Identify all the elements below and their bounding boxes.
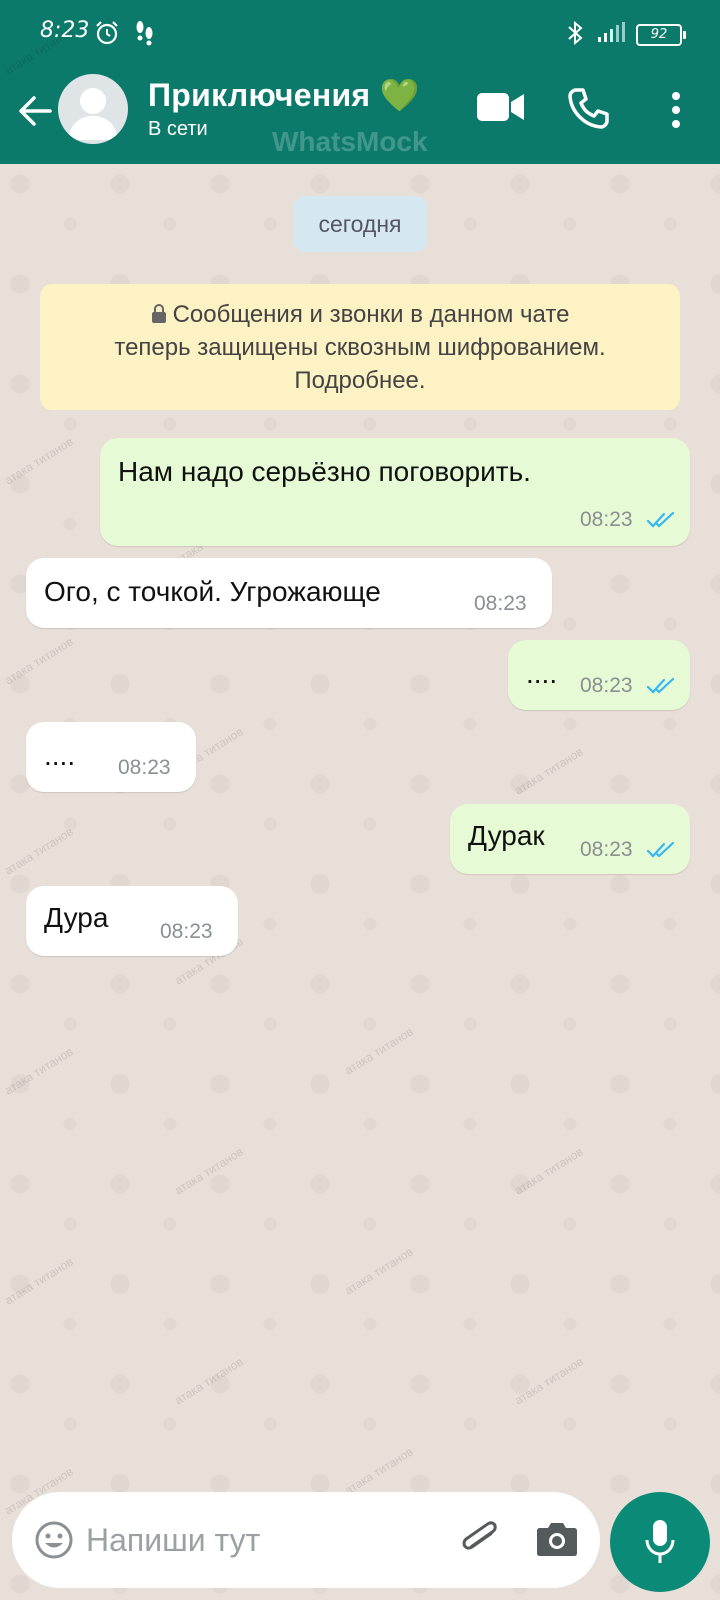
wallpaper-watermark: атака титанов: [342, 1024, 416, 1078]
wallpaper-watermark: атака титанов: [2, 824, 76, 878]
message-text: Нам надо серьёзно поговорить.: [118, 456, 531, 487]
wallpaper-watermark: атака титанов: [2, 634, 76, 688]
wallpaper-watermark: атака титанов: [342, 1244, 416, 1298]
message-text: ....: [44, 740, 76, 771]
signal-icon: [598, 22, 625, 42]
message-outgoing[interactable]: Дурак 08:23: [450, 804, 690, 874]
bluetooth-icon: [568, 20, 583, 46]
message-outgoing[interactable]: Нам надо серьёзно поговорить. 08:23: [100, 438, 690, 546]
message-time: 08:23: [474, 592, 527, 615]
read-ticks-icon: [646, 841, 675, 858]
chat-title-text: Приключения: [148, 77, 371, 113]
wallpaper-watermark: атака титанов: [172, 1144, 246, 1198]
read-ticks-icon: [646, 677, 675, 694]
steps-icon: [136, 21, 153, 46]
brand-watermark: WhatsMock: [272, 126, 428, 157]
voice-call-icon[interactable]: [566, 86, 610, 130]
emoji-icon[interactable]: [34, 1520, 74, 1560]
message-incoming[interactable]: Дура 08:23: [26, 886, 238, 956]
message-time: 08:23: [580, 838, 633, 861]
message-incoming[interactable]: Ого, с точкой. Угрожающе 08:23: [26, 558, 552, 628]
encryption-notice[interactable]: Сообщения и звонки в данном чате теперь …: [40, 284, 680, 410]
date-separator: сегодня: [293, 196, 427, 252]
message-time: 08:23: [118, 756, 171, 779]
encryption-notice-line-3: Подробнее.: [294, 367, 426, 394]
message-text: ....: [526, 658, 558, 689]
green-heart-emoji: 💚: [379, 77, 420, 113]
message-time: 08:23: [160, 920, 213, 943]
status-bar: 8:23 92: [0, 0, 720, 64]
chat-header: Приключения 💚 В сети WhatsMock: [0, 64, 720, 164]
chat-title[interactable]: Приключения 💚: [148, 76, 420, 114]
avatar[interactable]: [58, 74, 128, 144]
battery-icon: 92: [636, 24, 686, 46]
wallpaper-watermark: атака титанов: [512, 1144, 586, 1198]
voice-record-button[interactable]: [610, 1492, 710, 1592]
read-ticks-icon: [646, 511, 675, 528]
message-text: Дурак: [468, 820, 545, 851]
message-time: 08:23: [580, 508, 633, 531]
message-outgoing[interactable]: .... 08:23: [508, 640, 690, 710]
video-call-icon[interactable]: [476, 90, 526, 124]
default-avatar-icon: [68, 88, 118, 140]
online-status: В сети: [148, 118, 208, 140]
wallpaper-watermark: атака титанов: [512, 1354, 586, 1408]
wallpaper-watermark: атака титанов: [2, 1044, 76, 1098]
wallpaper-watermark: атака титанов: [512, 744, 586, 798]
alarm-icon: [96, 21, 118, 45]
message-time: 08:23: [580, 674, 633, 697]
wallpaper-watermark: атака титанов: [172, 1354, 246, 1408]
back-arrow-icon[interactable]: [14, 90, 56, 132]
message-input[interactable]: [86, 1514, 416, 1566]
encryption-notice-line-1: Сообщения и звонки в данном чате: [40, 298, 680, 331]
camera-icon[interactable]: [536, 1518, 578, 1558]
lock-icon: [151, 304, 166, 323]
wallpaper-watermark: атака титанов: [2, 434, 76, 488]
message-composer: [12, 1492, 600, 1588]
wallpaper-watermark: атака титанов: [342, 1444, 416, 1498]
message-text: Дура: [44, 902, 109, 933]
message-incoming[interactable]: .... 08:23: [26, 722, 196, 792]
more-vert-icon[interactable]: [662, 88, 690, 132]
microphone-icon: [645, 1520, 675, 1563]
wallpaper-watermark: атака титанов: [2, 1254, 76, 1308]
encryption-notice-line-2: теперь защищены сквозным шифрованием.: [114, 334, 606, 361]
attach-icon[interactable]: [456, 1514, 506, 1564]
message-text: Ого, с точкой. Угрожающе: [44, 576, 381, 607]
